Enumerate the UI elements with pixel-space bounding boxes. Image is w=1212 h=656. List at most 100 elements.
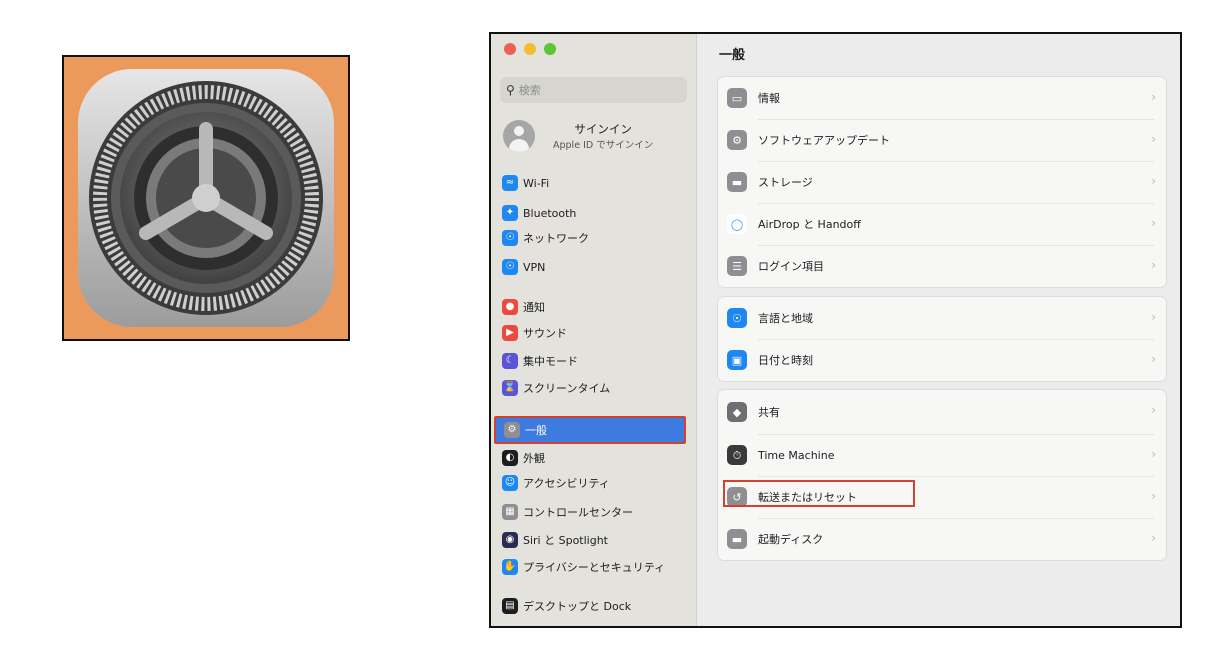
globe-icon: ☉ xyxy=(502,230,518,246)
sidebar-item-label: 外観 xyxy=(523,452,545,465)
minimize-window-button[interactable] xyxy=(524,43,536,55)
hand-icon: ✋ xyxy=(502,559,518,575)
chevron-right-icon: › xyxy=(1151,90,1156,104)
drive-icon: ▬ xyxy=(727,172,747,192)
settings-group-2: ☉ 言語と地域 › ▣ 日付と時刻 › xyxy=(717,296,1167,382)
bell-icon: ● xyxy=(502,299,518,315)
close-window-button[interactable] xyxy=(504,43,516,55)
window-controls xyxy=(504,43,556,55)
sidebar-item-wifi[interactable]: ≈ Wi-Fi xyxy=(494,172,686,194)
system-settings-window: ⚲ 検索 サインイン Apple ID でサインイン ≈ Wi-Fi ✦ Blu… xyxy=(489,32,1182,628)
speaker-icon: ▶ xyxy=(502,325,518,341)
chevron-right-icon: › xyxy=(1151,258,1156,272)
moon-icon: ☾ xyxy=(502,353,518,369)
row-label: 日付と時刻 xyxy=(758,354,813,367)
chevron-right-icon: › xyxy=(1151,132,1156,146)
settings-row-software-update[interactable]: ⚙ ソフトウェアアップデート › xyxy=(718,119,1166,161)
gear-badge-icon: ⚙ xyxy=(727,130,747,150)
search-icon: ⚲ xyxy=(506,83,515,97)
chevron-right-icon: › xyxy=(1151,352,1156,366)
sidebar-item-label: ネットワーク xyxy=(523,232,589,245)
chevron-right-icon: › xyxy=(1151,489,1156,503)
chevron-right-icon: › xyxy=(1151,531,1156,545)
sidebar-item-general[interactable]: ⚙ 一般 xyxy=(494,416,686,444)
sidebar: ⚲ 検索 サインイン Apple ID でサインイン ≈ Wi-Fi ✦ Blu… xyxy=(491,34,697,626)
settings-row-date-time[interactable]: ▣ 日付と時刻 › xyxy=(718,339,1166,381)
search-placeholder: 検索 xyxy=(518,84,541,97)
sidebar-item-label: 集中モード xyxy=(523,355,578,368)
settings-row-login-items[interactable]: ☰ ログイン項目 › xyxy=(718,245,1166,287)
laptop-icon: ▭ xyxy=(727,88,747,108)
sidebar-item-desktop-dock[interactable]: ▤ デスクトップと Dock xyxy=(494,595,686,617)
sidebar-item-vpn[interactable]: ☉ VPN xyxy=(494,256,686,278)
globe-icon: ☉ xyxy=(727,308,747,328)
settings-row-sharing[interactable]: ◆ 共有 › xyxy=(718,390,1166,434)
page-title: 一般 xyxy=(719,48,746,63)
search-field[interactable]: ⚲ 検索 xyxy=(500,77,687,103)
sidebar-item-label: サウンド xyxy=(523,327,567,340)
settings-row-language-region[interactable]: ☉ 言語と地域 › xyxy=(718,297,1166,339)
sidebar-item-control-center[interactable]: ▦ コントロールセンター xyxy=(494,501,686,523)
appearance-icon: ◐ xyxy=(502,450,518,466)
sidebar-item-label: プライバシーとセキュリティ xyxy=(523,561,666,574)
sidebar-item-sound[interactable]: ▶ サウンド xyxy=(494,322,686,344)
chevron-right-icon: › xyxy=(1151,310,1156,324)
dock-icon: ▤ xyxy=(502,598,518,614)
settings-row-time-machine[interactable]: ⏱ Time Machine › xyxy=(718,434,1166,476)
highlight-transfer-reset xyxy=(723,480,915,507)
control-center-icon: ▦ xyxy=(502,504,518,520)
account-signin[interactable]: サインイン Apple ID でサインイン xyxy=(500,116,687,156)
settings-group-1: ▭ 情報 › ⚙ ソフトウェアアップデート › ▬ ストレージ › ◯ AirD… xyxy=(717,76,1167,288)
sidebar-item-label: アクセシビリティ xyxy=(523,477,610,490)
sidebar-item-privacy-security[interactable]: ✋ プライバシーとセキュリティ xyxy=(494,556,686,578)
settings-row-airdrop-handoff[interactable]: ◯ AirDrop と Handoff › xyxy=(718,203,1166,245)
wifi-icon: ≈ xyxy=(502,175,518,191)
system-settings-app-icon xyxy=(62,55,350,341)
sidebar-item-label: VPN xyxy=(523,260,546,274)
sidebar-item-screen-time[interactable]: ⌛ スクリーンタイム xyxy=(494,377,686,399)
sidebar-item-label: 通知 xyxy=(523,301,545,314)
row-label: ソフトウェアアップデート xyxy=(758,134,890,147)
settings-row-startup-disk[interactable]: ▬ 起動ディスク › xyxy=(718,518,1166,560)
row-label: AirDrop と Handoff xyxy=(758,218,861,231)
sidebar-item-siri-spotlight[interactable]: ◉ Siri と Spotlight xyxy=(494,529,686,551)
gear-icon: ⚙ xyxy=(504,422,520,438)
sidebar-item-label: デスクトップと Dock xyxy=(523,600,632,613)
row-label: Time Machine xyxy=(758,448,835,462)
hourglass-icon: ⌛ xyxy=(502,380,518,396)
row-label: 共有 xyxy=(758,406,780,419)
sharing-icon: ◆ xyxy=(727,402,747,422)
airdrop-icon: ◯ xyxy=(727,214,747,234)
sidebar-item-label: スクリーンタイム xyxy=(523,382,611,395)
row-label: 言語と地域 xyxy=(758,312,813,325)
sidebar-item-focus[interactable]: ☾ 集中モード xyxy=(494,350,686,372)
sidebar-item-appearance[interactable]: ◐ 外観 xyxy=(494,447,686,469)
sidebar-item-label: 一般 xyxy=(525,424,547,437)
sidebar-item-network[interactable]: ☉ ネットワーク xyxy=(494,227,686,249)
gear-icon xyxy=(78,69,334,327)
sidebar-item-accessibility[interactable]: ☺ アクセシビリティ xyxy=(494,472,686,494)
sidebar-item-label: Wi-Fi xyxy=(523,176,550,190)
sidebar-item-bluetooth[interactable]: ✦ Bluetooth xyxy=(494,202,686,224)
settings-row-storage[interactable]: ▬ ストレージ › xyxy=(718,161,1166,203)
sidebar-item-label: コントロールセンター xyxy=(523,506,633,519)
settings-row-about[interactable]: ▭ 情報 › xyxy=(718,77,1166,119)
chevron-right-icon: › xyxy=(1151,174,1156,188)
chevron-right-icon: › xyxy=(1151,403,1156,417)
row-label: 情報 xyxy=(758,92,780,105)
list-icon: ☰ xyxy=(727,256,747,276)
row-label: ストレージ xyxy=(758,176,813,189)
sidebar-item-label: Siri と Spotlight xyxy=(523,534,608,547)
time-machine-icon: ⏱ xyxy=(727,445,747,465)
account-name: サインイン xyxy=(574,122,632,136)
sidebar-item-label: Bluetooth xyxy=(523,206,577,220)
accessibility-icon: ☺ xyxy=(502,475,518,491)
calendar-clock-icon: ▣ xyxy=(727,350,747,370)
chevron-right-icon: › xyxy=(1151,447,1156,461)
account-subtitle: Apple ID でサインイン xyxy=(553,140,654,151)
avatar xyxy=(503,120,535,152)
settings-group-3: ◆ 共有 › ⏱ Time Machine › ↺ 転送またはリセット › ▬ … xyxy=(717,389,1167,561)
sidebar-item-notifications[interactable]: ● 通知 xyxy=(494,296,686,318)
row-label: 起動ディスク xyxy=(758,533,824,546)
zoom-window-button[interactable] xyxy=(544,43,556,55)
